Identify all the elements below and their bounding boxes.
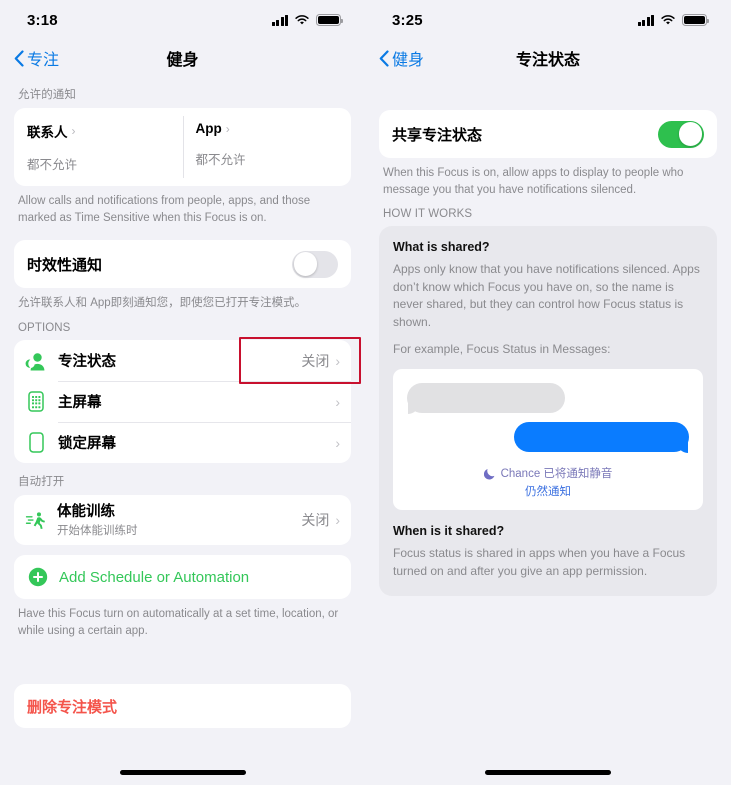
chevron-right-icon: › <box>335 352 340 369</box>
status-bar-time: 3:18 <box>27 11 58 29</box>
when-is-it-shared-heading: When is it shared? <box>393 524 505 539</box>
plus-circle-icon <box>27 566 49 588</box>
status-bar-icons <box>637 14 709 26</box>
add-schedule-card: Add Schedule or Automation <box>14 555 351 600</box>
allowed-notifications-header: 允许的通知 <box>18 89 76 101</box>
message-status-text: Chance 已将通知静音 <box>500 468 613 481</box>
time-sensitive-label: 时效性通知 <box>27 256 103 274</box>
chevron-right-icon: › <box>335 512 340 529</box>
back-button[interactable]: 健身 <box>379 46 424 70</box>
lock-screen-label: 锁定屏幕 <box>58 436 116 453</box>
chevron-left-icon <box>14 49 24 67</box>
delete-focus-button[interactable]: 删除专注模式 <box>14 684 351 728</box>
automation-value: 关闭 <box>301 512 330 529</box>
right-phone-screen: 3:25 健身 专注状态 共享专注状态 When this Focus is o… <box>365 0 731 785</box>
when-is-it-shared-paragraph: Focus status is shared in apps when you … <box>393 546 686 578</box>
left-content: 允许的通知 联系人 › 都不允许 App › 都不允许 Allow calls … <box>0 76 365 729</box>
focus-status-value: 关闭 <box>301 352 330 369</box>
share-focus-status-row[interactable]: 共享专注状态 <box>379 110 717 158</box>
message-focus-status: Chance 已将通知静音 仍然通知 <box>407 465 689 499</box>
allowed-people-cell[interactable]: 联系人 › 都不允许 <box>14 108 183 186</box>
chevron-right-icon: › <box>335 393 340 410</box>
navigation-bar: 健身 专注状态 <box>365 40 731 76</box>
allowed-apps-value: 都不允许 <box>195 153 246 167</box>
status-bar: 3:25 <box>365 0 731 40</box>
share-focus-status-footnote: When this Focus is on, allow apps to dis… <box>383 167 684 196</box>
automation-workout-row[interactable]: 体能训练 开始体能训练时 关闭 › <box>14 495 351 545</box>
time-sensitive-toggle[interactable] <box>292 250 338 278</box>
automation-footnote: Have this Focus turn on automatically at… <box>18 608 339 637</box>
left-phone-screen: 3:18 专注 健身 允许的通知 联系人 › 都不允许 App › 都不允许 A… <box>0 0 365 785</box>
home-indicator <box>485 770 611 775</box>
outgoing-message-bubble <box>514 422 689 453</box>
cellular-bars-icon <box>271 14 288 26</box>
automation-subtitle: 开始体能训练时 <box>57 524 138 537</box>
message-preview-card: Chance 已将通知静音 仍然通知 <box>393 369 703 511</box>
sidebar-item-focus-status[interactable]: 专注状态 关闭 › <box>14 340 351 381</box>
allowed-apps-title: App <box>195 121 222 136</box>
focus-status-label: 专注状态 <box>58 354 116 371</box>
wifi-icon <box>661 15 675 25</box>
back-button-label: 健身 <box>392 52 425 69</box>
incoming-message-bubble <box>407 383 565 414</box>
time-sensitive-row[interactable]: 时效性通知 <box>14 240 351 288</box>
sidebar-item-home-screen[interactable]: 主屏幕 › <box>14 381 351 422</box>
running-person-icon <box>25 509 47 531</box>
chevron-right-icon: › <box>335 434 340 451</box>
delete-focus-card: 删除专注模式 <box>14 684 351 729</box>
battery-full-icon <box>316 14 343 26</box>
sidebar-item-lock-screen[interactable]: 锁定屏幕 › <box>14 422 351 463</box>
what-is-shared-heading: What is shared? <box>393 240 490 255</box>
automation-title: 体能训练 <box>57 503 115 520</box>
allowed-people-title: 联系人 <box>27 125 68 140</box>
battery-full-icon <box>682 14 709 26</box>
how-it-works-header: HOW IT WORKS <box>383 208 473 221</box>
allowed-notifications-card: 联系人 › 都不允许 App › 都不允许 <box>14 108 351 186</box>
share-focus-status-card: 共享专注状态 <box>379 110 717 158</box>
crescent-moon-icon <box>483 468 494 480</box>
chevron-left-icon <box>379 49 389 67</box>
automation-card: 体能训练 开始体能训练时 关闭 › <box>14 495 351 546</box>
home-screen-label: 主屏幕 <box>58 395 102 412</box>
home-indicator <box>119 770 246 775</box>
add-schedule-button[interactable]: Add Schedule or Automation <box>14 555 351 599</box>
options-card: 专注状态 关闭 › 主屏幕 › 锁定屏幕 › <box>14 340 351 464</box>
lock-screen-icon <box>25 432 47 454</box>
status-bar-icons <box>271 14 343 26</box>
right-content: 共享专注状态 When this Focus is on, allow apps… <box>365 76 731 597</box>
share-focus-status-label: 共享专注状态 <box>392 126 483 144</box>
what-is-shared-paragraph-1: Apps only know that you have notificatio… <box>393 262 700 329</box>
what-is-shared-paragraph-2: For example, Focus Status in Messages: <box>393 341 611 356</box>
auto-turn-on-header: 自动打开 <box>18 476 65 489</box>
options-header: OPTIONS <box>18 322 71 335</box>
allowed-apps-cell[interactable]: App › 都不允许 <box>182 108 352 186</box>
chevron-right-icon: › <box>71 124 76 138</box>
time-sensitive-card: 时效性通知 <box>14 240 351 289</box>
focus-status-person-icon <box>25 350 47 372</box>
back-button[interactable]: 专注 <box>14 46 59 70</box>
back-button-label: 专注 <box>27 52 60 69</box>
allowed-people-value: 都不允许 <box>27 158 78 172</box>
home-screen-icon <box>25 391 47 413</box>
how-it-works-card: What is shared? Apps only know that you … <box>379 226 717 597</box>
status-bar-time: 3:25 <box>392 11 423 29</box>
notify-anyway-link[interactable]: 仍然通知 <box>407 483 689 499</box>
dual-screenshot-container: 3:18 专注 健身 允许的通知 联系人 › 都不允许 App › 都不允许 A… <box>0 0 731 785</box>
status-bar: 3:18 <box>0 0 365 40</box>
add-schedule-label: Add Schedule or Automation <box>59 568 250 586</box>
delete-focus-label: 删除专注模式 <box>27 698 118 716</box>
wifi-icon <box>295 15 309 25</box>
cellular-bars-icon <box>637 14 654 26</box>
share-focus-status-toggle[interactable] <box>658 120 704 148</box>
time-sensitive-footnote: 允许联系人和 App即刻通知您，即使您已打开专注模式。 <box>18 297 307 310</box>
chevron-right-icon: › <box>225 121 230 136</box>
navigation-bar: 专注 健身 <box>0 40 365 76</box>
allowed-notifications-footnote: Allow calls and notifications from peopl… <box>18 195 311 224</box>
